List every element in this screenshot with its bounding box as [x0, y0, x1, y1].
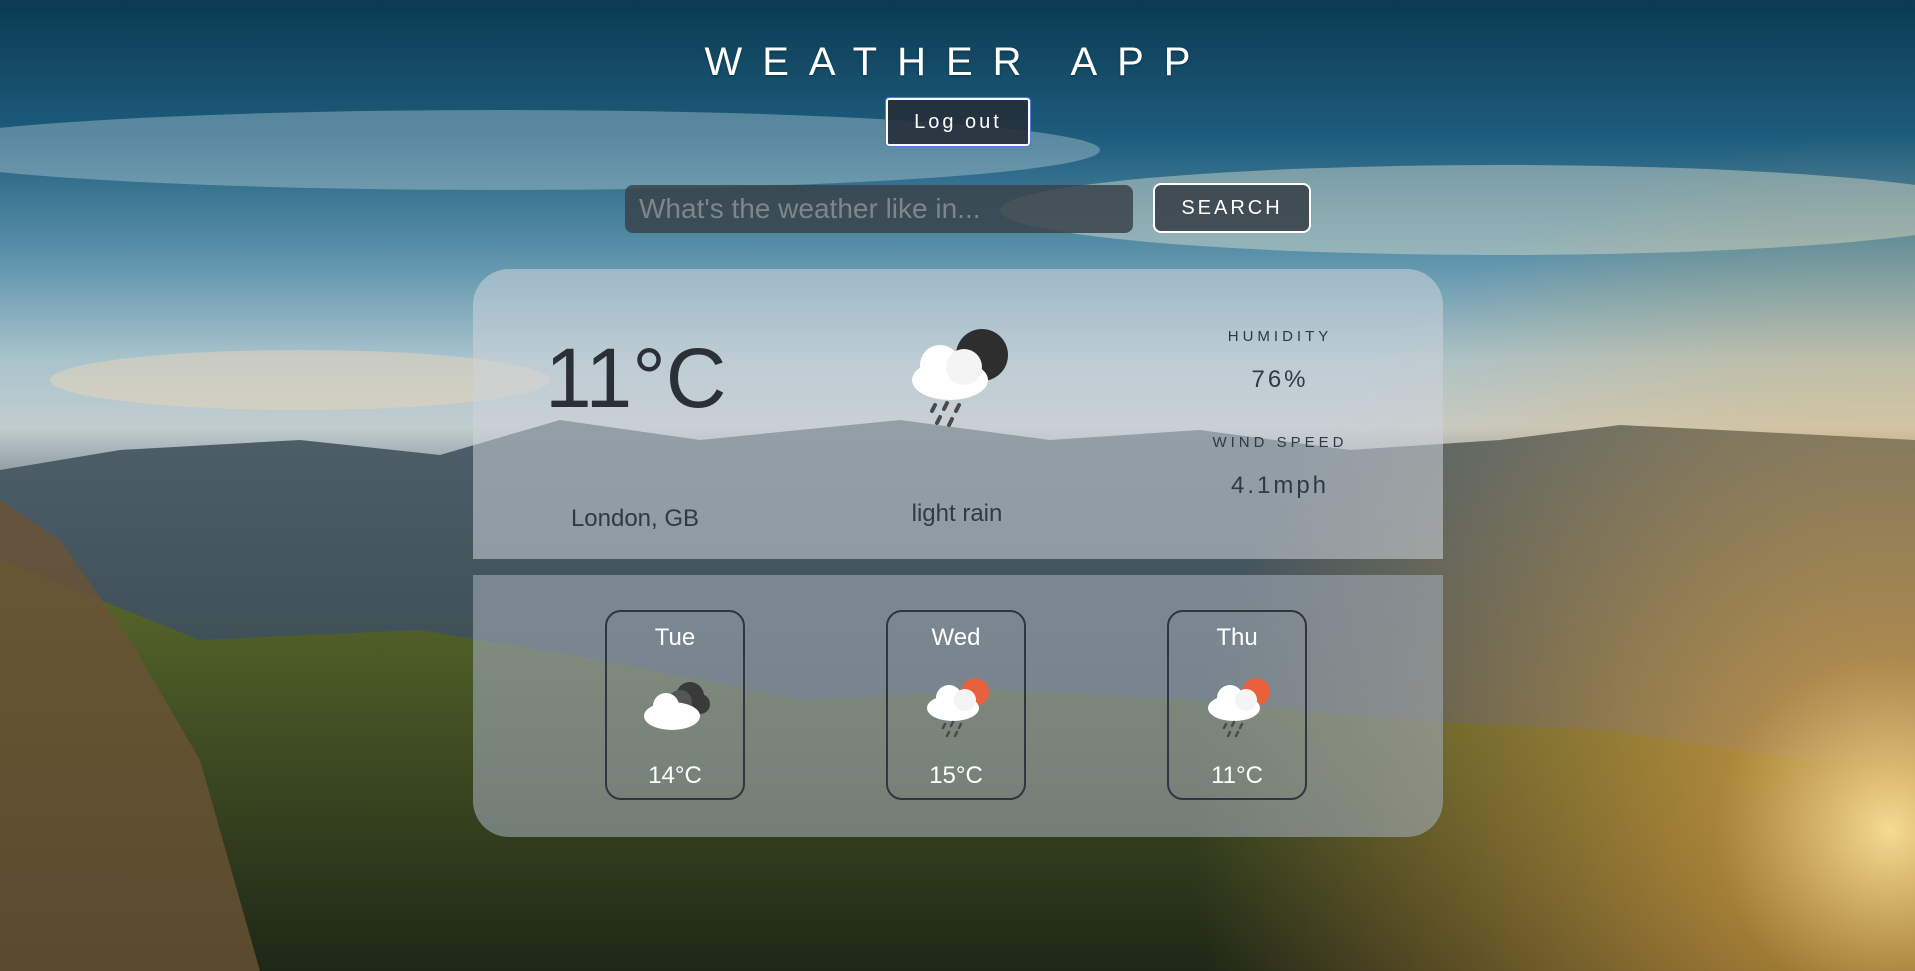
search-button[interactable]: SEARCH [1153, 183, 1311, 233]
sun-rain-cloud-icon [1208, 678, 1270, 738]
current-temperature: 11°C [545, 331, 727, 425]
wind-speed-label: WIND SPEED [1212, 434, 1348, 451]
forecast-temp: 15°C [929, 762, 983, 789]
search-input[interactable] [625, 185, 1133, 233]
forecast-temp: 11°C [1211, 762, 1263, 789]
wind-speed-value: 4.1mph [1230, 472, 1330, 499]
forecast-day: Wed [931, 624, 981, 651]
forecast-day: Tue [654, 624, 696, 651]
forecast-temp: 14°C [648, 762, 702, 789]
humidity-label: HUMIDITY [1227, 328, 1333, 345]
sun-rain-cloud-icon [927, 678, 989, 738]
current-location: London, GB [570, 505, 700, 532]
forecast-day: Thu [1216, 624, 1258, 651]
forecast-card-thu: Thu 11°C [1167, 610, 1307, 800]
forecast-card-tue: Tue 14°C [605, 610, 745, 800]
humidity-value: 76% [1251, 366, 1309, 393]
logout-button[interactable]: Log out [885, 97, 1031, 147]
app-title: WEATHER APP [704, 40, 1211, 84]
broken-clouds-icon [644, 682, 710, 730]
forecast-card-wed: Wed 15°C [886, 610, 1026, 800]
weather-description: light rain [911, 500, 1003, 527]
night-rain-cloud-icon [912, 329, 1008, 427]
